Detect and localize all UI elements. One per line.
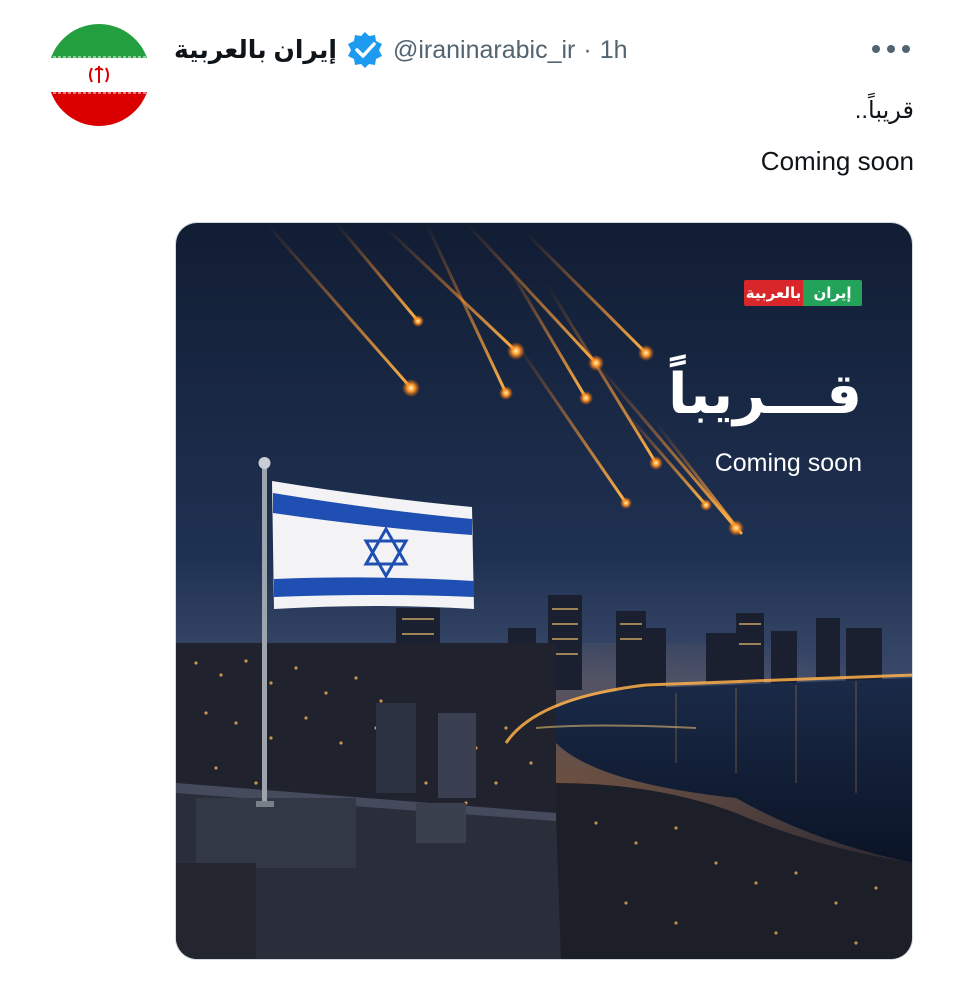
verified-badge-icon xyxy=(345,30,385,70)
timestamp[interactable]: 1h xyxy=(600,36,628,65)
media-headline-arabic: قـــريباً xyxy=(668,362,862,425)
tweet-header: إيران بالعربية @iraninarabic_ir · 1h xyxy=(174,30,628,70)
avatar[interactable] xyxy=(48,24,150,126)
tweet-text-english: Coming soon xyxy=(760,146,914,176)
brand-logo-red: بالعربية xyxy=(744,280,803,306)
display-name[interactable]: إيران بالعربية xyxy=(174,35,337,65)
dot xyxy=(872,45,880,53)
tweet-media-image[interactable]: بالعربية إيران قـــريباً Coming soon xyxy=(175,222,913,960)
dot xyxy=(902,45,910,53)
brand-logo-green: إيران xyxy=(803,280,862,306)
handle[interactable]: @iraninarabic_ir xyxy=(393,36,575,65)
tweet-text-arabic: قريباً.. xyxy=(854,97,914,124)
brand-logo: بالعربية إيران xyxy=(744,280,862,306)
more-options-icon[interactable] xyxy=(872,36,910,62)
night-city-illustration xyxy=(176,223,912,959)
dot xyxy=(887,45,895,53)
iran-flag-avatar-icon xyxy=(48,24,150,126)
media-headline-english: Coming soon xyxy=(714,449,862,477)
separator: · xyxy=(583,35,592,64)
